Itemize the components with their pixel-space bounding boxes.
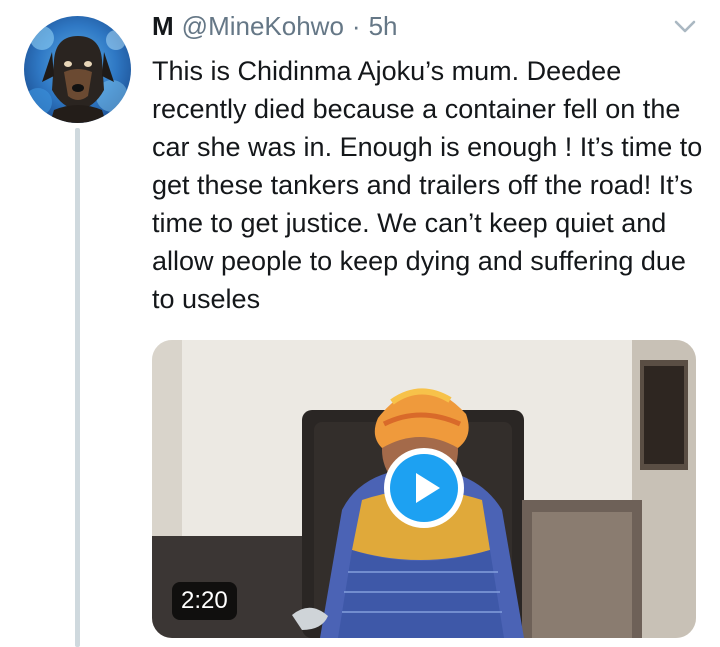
- chevron-down-icon[interactable]: [674, 20, 696, 34]
- tweet[interactable]: M @MineKohwo · 5h This is Chidinma Ajoku…: [0, 0, 720, 647]
- video-player[interactable]: 2:20: [152, 340, 696, 638]
- display-name[interactable]: M: [152, 11, 174, 42]
- user-handle[interactable]: @MineKohwo: [182, 11, 344, 42]
- play-icon[interactable]: [390, 454, 458, 522]
- thread-line: [75, 128, 80, 647]
- tweet-text: This is Chidinma Ajoku’s mum. Deedee rec…: [152, 56, 703, 314]
- video-duration: 2:20: [172, 582, 237, 620]
- tweet-header: M @MineKohwo · 5h: [152, 8, 398, 44]
- separator-dot: ·: [351, 10, 361, 41]
- play-button[interactable]: [384, 448, 464, 528]
- timestamp[interactable]: 5h: [369, 11, 398, 42]
- dog-avatar-icon[interactable]: [24, 16, 131, 123]
